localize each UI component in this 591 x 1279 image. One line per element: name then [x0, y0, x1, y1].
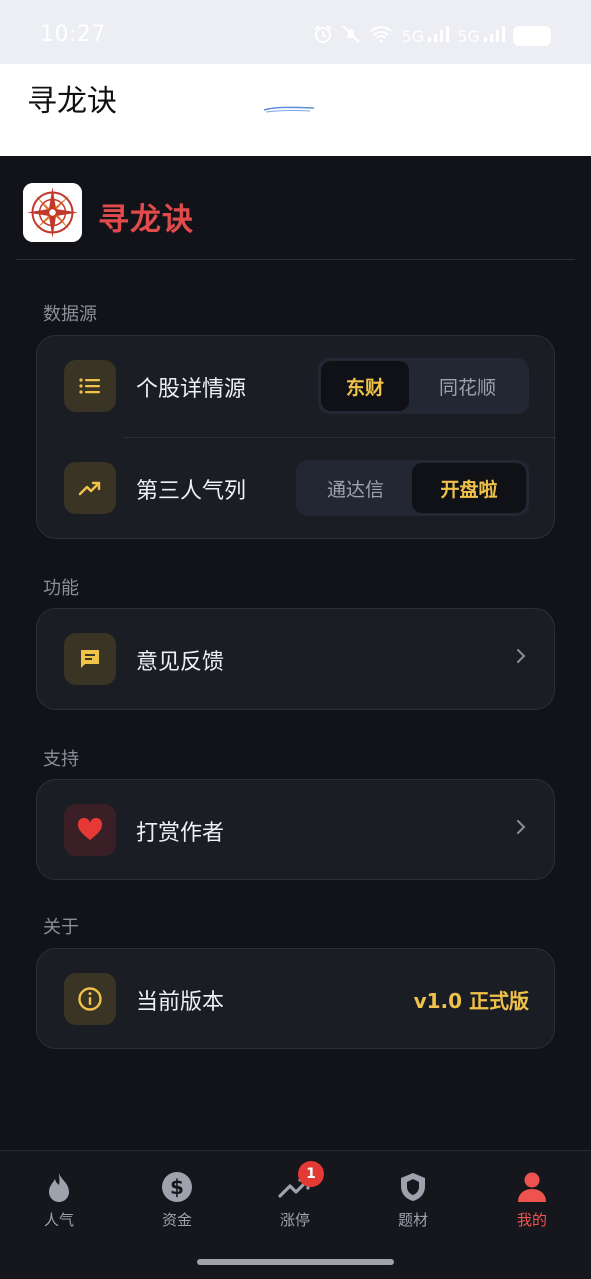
compass-logo-icon	[23, 183, 82, 242]
wifi-icon	[369, 25, 393, 47]
app-logo	[23, 183, 82, 242]
nav-item-limit-up[interactable]: 1 涨停	[255, 1161, 335, 1233]
section-label-support: 支持	[43, 749, 79, 770]
section-label-data-source: 数据源	[43, 304, 97, 325]
dollar-coin-icon: $	[137, 1169, 217, 1205]
status-bar: 10:27 5G 5G 59	[0, 0, 591, 64]
chevron-right-icon	[516, 645, 526, 670]
bottom-nav: 人气 $ 资金 1 涨停 题材 我的	[0, 1150, 591, 1279]
user-icon	[492, 1169, 572, 1205]
nav-item-mine[interactable]: 我的	[492, 1169, 572, 1233]
row-version: 当前版本 v1.0 正式版	[37, 949, 556, 1049]
nav-item-themes[interactable]: 题材	[373, 1169, 453, 1233]
status-time: 10:27	[40, 22, 106, 47]
trending-up-icon	[64, 462, 116, 514]
chevron-right-icon	[516, 816, 526, 841]
version-value: v1.0 正式版	[413, 989, 529, 1013]
section-label-features: 功能	[43, 578, 79, 599]
row-donate[interactable]: 打赏作者	[37, 780, 556, 880]
nav-label: 人气	[43, 1211, 74, 1229]
feedback-card[interactable]: 意见反馈	[36, 608, 555, 710]
message-icon	[64, 633, 116, 685]
donate-card[interactable]: 打赏作者	[36, 779, 555, 880]
svg-text:$: $	[170, 1175, 184, 1199]
shield-icon	[373, 1169, 453, 1205]
alarm-icon	[313, 24, 333, 48]
header-divider	[16, 259, 575, 260]
segmented-third-popularity: 通达信 开盘啦	[296, 460, 529, 516]
notification-badge: 1	[298, 1161, 324, 1187]
nav-label: 涨停	[279, 1211, 310, 1229]
network-label-1: 5G	[401, 27, 425, 46]
signal-icon-2: 5G	[457, 26, 505, 46]
nav-item-popularity[interactable]: 人气	[19, 1169, 99, 1233]
app-name: 寻龙诀	[98, 202, 194, 238]
network-label-2: 5G	[457, 27, 480, 46]
option-dongcai[interactable]: 东财	[321, 361, 409, 411]
row-feedback[interactable]: 意见反馈	[37, 609, 556, 709]
status-icons: 5G 5G 59	[313, 24, 551, 48]
section-label-about: 关于	[43, 917, 79, 938]
scribble-decoration	[263, 106, 315, 113]
row-label-third-popularity: 第三人气列	[136, 479, 247, 504]
page-title: 寻龙诀	[27, 84, 117, 119]
app-header: 寻龙诀	[0, 156, 591, 260]
nav-item-funds[interactable]: $ 资金	[137, 1169, 217, 1233]
list-icon	[64, 360, 116, 412]
version-card: 当前版本 v1.0 正式版	[36, 948, 555, 1049]
option-kaipanla[interactable]: 开盘啦	[412, 463, 526, 513]
heart-icon	[64, 804, 116, 856]
info-icon	[64, 973, 116, 1025]
row-third-popularity: 第三人气列 通达信 开盘啦	[37, 438, 556, 538]
mute-icon	[341, 24, 361, 48]
row-stock-detail-source: 个股详情源 东财 同花顺	[37, 336, 556, 436]
option-tongdaxin[interactable]: 通达信	[299, 463, 412, 513]
signal-icon-1: 5G	[401, 26, 450, 46]
data-source-card: 个股详情源 东财 同花顺 第三人气列 通达信 开盘啦	[36, 335, 556, 539]
nav-label: 资金	[161, 1211, 192, 1229]
option-tonghuashun[interactable]: 同花顺	[409, 361, 526, 411]
nav-label: 我的	[516, 1211, 547, 1229]
row-label-version: 当前版本	[136, 990, 225, 1015]
battery-icon: 59	[513, 26, 551, 46]
row-label-donate: 打赏作者	[136, 821, 225, 846]
home-indicator[interactable]	[197, 1259, 394, 1265]
flame-icon	[19, 1169, 99, 1205]
segmented-stock-detail-source: 东财 同花顺	[318, 358, 529, 414]
nav-label: 题材	[397, 1211, 428, 1229]
row-label-stock-detail-source: 个股详情源	[136, 377, 247, 402]
row-label-feedback: 意见反馈	[136, 650, 225, 675]
